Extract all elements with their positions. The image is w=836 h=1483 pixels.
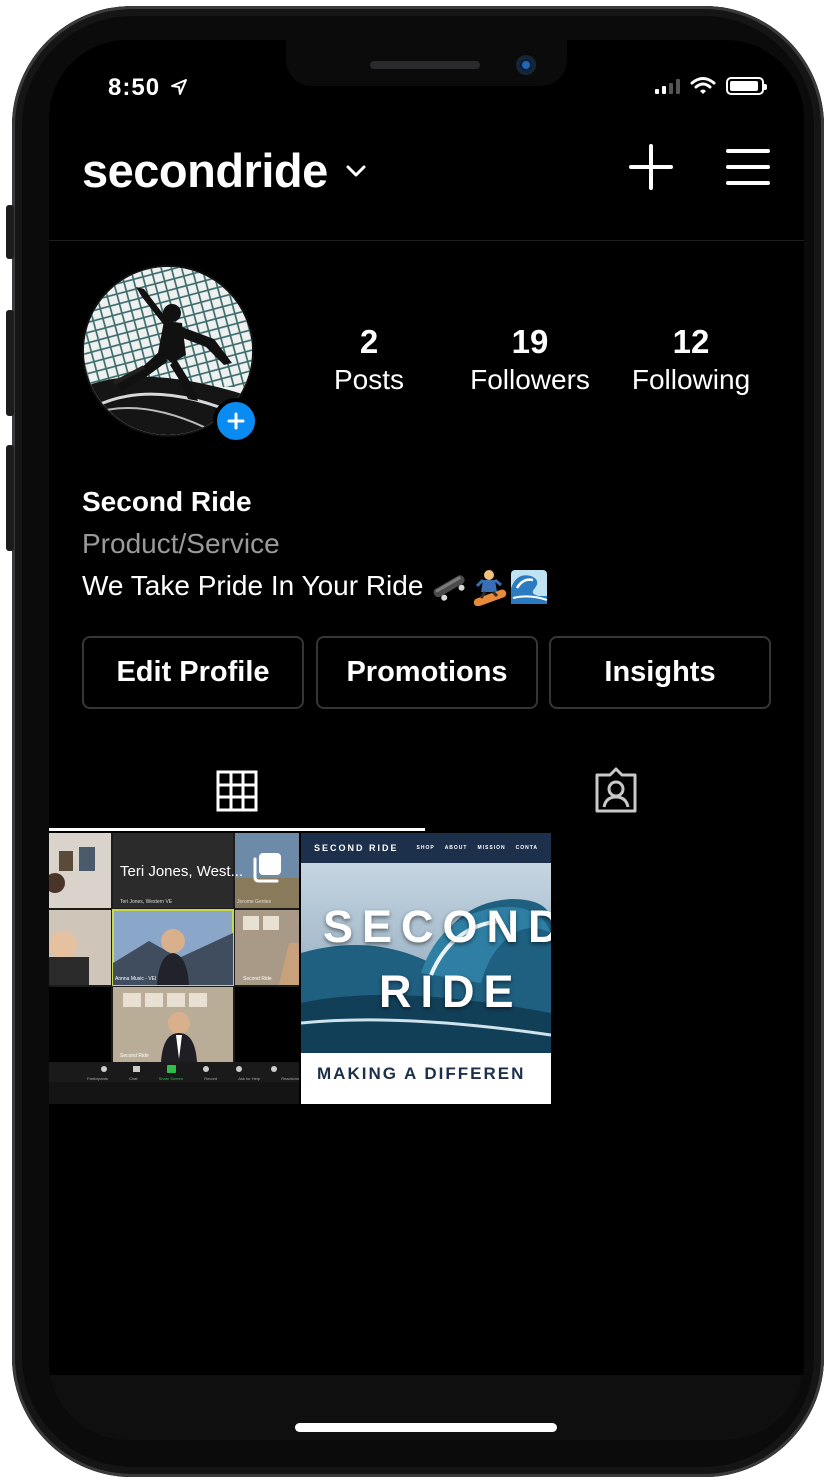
- insights-button[interactable]: Insights: [549, 636, 771, 709]
- stat-followers[interactable]: 19 Followers: [455, 323, 605, 399]
- site-tagline-band: MAKING A DIFFEREN: [301, 1053, 551, 1104]
- profile-bio: We Take Pride In Your Ride 🛹🏂🌊: [82, 566, 549, 606]
- toolbar-label: Share Screen: [158, 1076, 184, 1081]
- cellular-signal-icon: [655, 78, 680, 94]
- call-label: Second Ride: [120, 1053, 149, 1059]
- site-nav-item: ABOUT: [444, 845, 468, 851]
- site-brand: SECOND RIDE: [314, 843, 399, 853]
- profile-category: Product/Service: [82, 528, 280, 559]
- stat-following-count: 12: [672, 323, 710, 360]
- profile-name: Second Ride: [82, 486, 252, 517]
- profile-avatar[interactable]: [82, 265, 259, 451]
- stat-followers-count: 19: [511, 323, 549, 360]
- call-label: Teri Jones, Western VE: [120, 899, 173, 905]
- toolbar-label: Record: [204, 1076, 218, 1081]
- location-arrow-icon: [170, 79, 187, 95]
- toolbar-label: Chat: [129, 1076, 138, 1081]
- add-story-button[interactable]: [213, 398, 259, 444]
- active-tab-indicator: [49, 828, 425, 831]
- new-post-plus-icon[interactable]: [629, 144, 673, 190]
- site-tagline: MAKING A DIFFEREN: [317, 1064, 526, 1083]
- front-camera: [516, 55, 536, 75]
- stat-following[interactable]: 12 Following: [616, 323, 766, 399]
- screen: 8:50 secondride 2 Posts 19 Followers 12 …: [49, 40, 804, 1440]
- call-tile-name: Teri Jones, West...: [120, 863, 244, 880]
- call-label: Annna Music - VEI: [115, 976, 157, 982]
- tab-tagged[interactable]: [427, 750, 804, 832]
- site-hero-title-line2: RIDE: [379, 966, 523, 1017]
- call-label: Jerome Gentes: [237, 899, 272, 905]
- grid-icon: [216, 770, 258, 812]
- promotions-button[interactable]: Promotions: [316, 636, 538, 709]
- tab-grid[interactable]: [49, 750, 425, 832]
- chevron-down-icon[interactable]: [345, 164, 367, 178]
- site-hero-title-line1: SECOND: [323, 901, 551, 952]
- volume-up-button: [6, 310, 14, 416]
- wifi-icon: [690, 77, 716, 94]
- toolbar-label: Reactions: [281, 1076, 299, 1081]
- status-icons: [655, 76, 767, 96]
- profile-header: secondride: [49, 100, 804, 241]
- status-time-text: 8:50: [108, 74, 161, 101]
- call-label: Second Ride: [243, 976, 272, 982]
- site-nav-item: SHOP: [416, 845, 435, 851]
- stat-followers-label: Followers: [470, 364, 590, 395]
- battery-icon: [726, 77, 767, 95]
- stat-following-label: Following: [631, 364, 751, 395]
- site-nav-item: CONTA: [515, 845, 538, 851]
- site-navbar: SECOND RIDE SHOP ABOUT MISSION CONTA: [301, 833, 551, 863]
- edit-profile-button[interactable]: Edit Profile: [82, 636, 304, 709]
- bio-emoji-icons: [434, 570, 548, 606]
- wave-hero-image: [301, 863, 551, 1053]
- site-nav-item: MISSION: [477, 845, 506, 851]
- stat-posts[interactable]: 2 Posts: [294, 323, 444, 399]
- home-indicator[interactable]: [295, 1423, 557, 1432]
- hamburger-menu-icon[interactable]: [726, 148, 770, 186]
- toolbar-label: Participants: [87, 1076, 108, 1081]
- stat-posts-label: Posts: [333, 364, 405, 395]
- tagged-person-icon: [595, 767, 636, 813]
- toolbar-label: Ask for Help: [238, 1076, 261, 1081]
- earpiece-speaker: [370, 61, 480, 69]
- carousel-multiple-icon: [253, 853, 281, 883]
- volume-down-button: [6, 445, 14, 551]
- call-toolbar: Participants Chat Share Screen Record As…: [87, 1076, 299, 1081]
- status-time: 8:50: [108, 74, 188, 102]
- bio-text: We Take Pride In Your Ride: [82, 570, 424, 601]
- post-thumbnail-website[interactable]: SECOND RIDE SHOP ABOUT MISSION CONTA SEC…: [301, 833, 551, 1104]
- username-switcher[interactable]: secondride: [82, 143, 328, 198]
- post-thumbnail-video-call[interactable]: Teri Jones, West... Teri Jones, Western …: [49, 833, 299, 1104]
- plus-icon: [227, 412, 245, 430]
- stat-posts-count: 2: [359, 323, 379, 360]
- mute-switch: [6, 205, 14, 259]
